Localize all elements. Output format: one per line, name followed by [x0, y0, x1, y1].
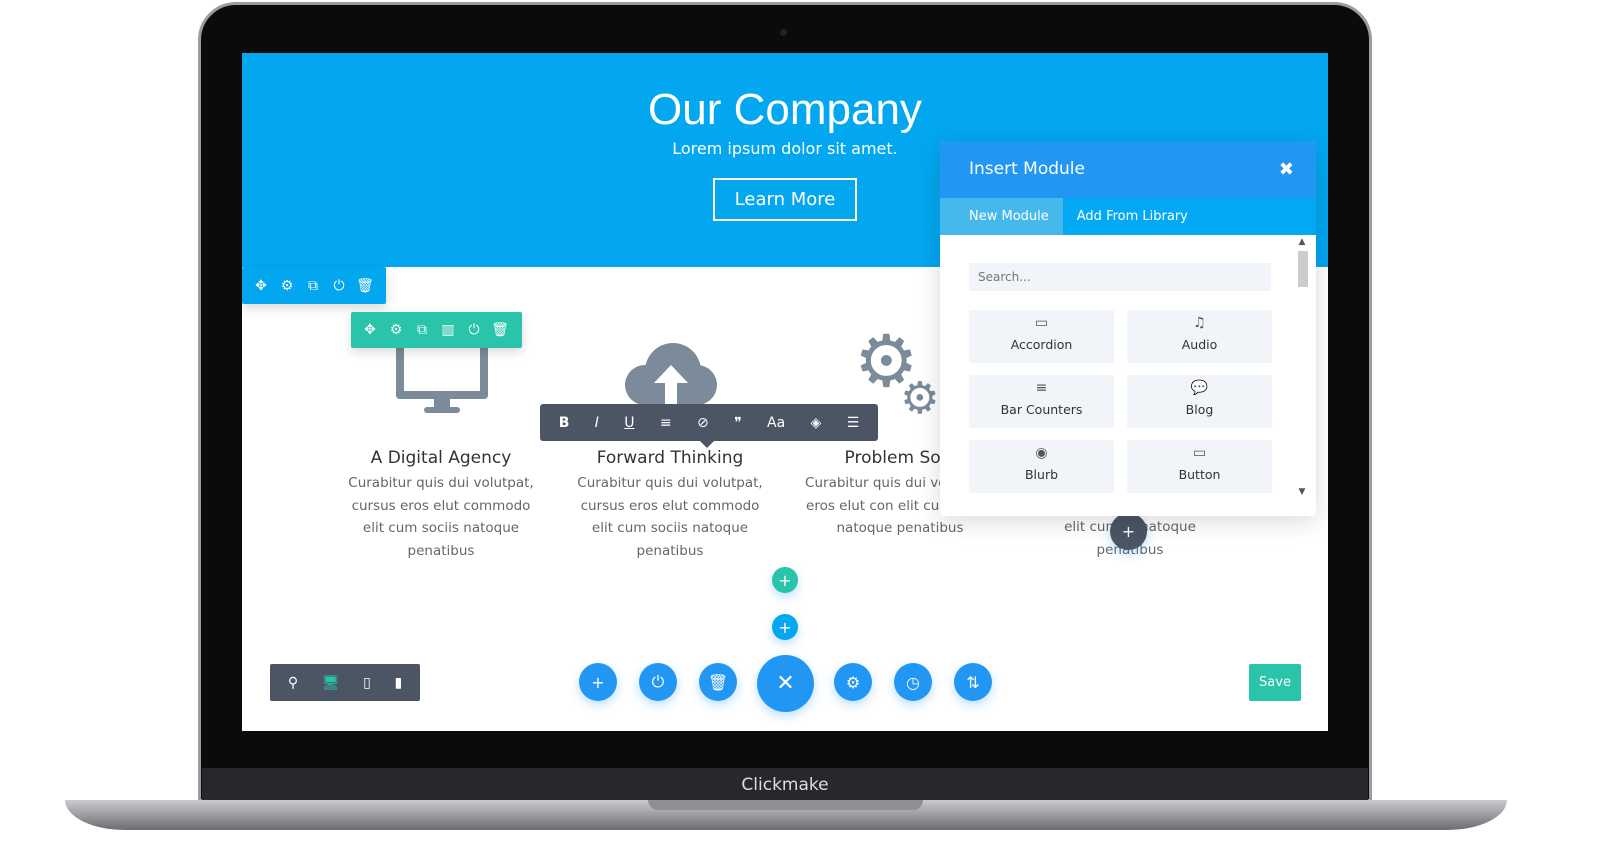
save-button[interactable]: Save	[1249, 664, 1301, 701]
trash-icon[interactable]: 🗑	[352, 278, 378, 294]
text-format-toolbar: B I U ≡ ⊘ ❞ Aa ◈ ☰	[540, 404, 878, 448]
phone-icon[interactable]: ▮	[394, 675, 402, 691]
panel-title: Insert Module	[969, 159, 1085, 179]
scroll-down-icon[interactable]: ▼	[1296, 487, 1308, 497]
move-icon[interactable]: ✥	[357, 322, 383, 338]
tab-add-from-library[interactable]: Add From Library	[1063, 198, 1202, 235]
learn-more-button[interactable]: Learn More	[712, 178, 858, 221]
bold-icon[interactable]: B	[559, 415, 570, 431]
portability-button[interactable]: ⇅	[954, 663, 992, 701]
align-icon[interactable]: ≡	[660, 415, 672, 431]
add-section-button[interactable]: +	[772, 614, 798, 640]
gears-icon: ⚙ ⚙	[854, 319, 940, 424]
color-fill-icon[interactable]: ◈	[811, 415, 822, 431]
blurb-icon: ◉	[1035, 445, 1048, 461]
history-button[interactable]: ◷	[894, 663, 932, 701]
link-icon[interactable]: ⊘	[697, 415, 709, 431]
column-body: Curabitur quis dui volutpat, cursus eros…	[348, 475, 534, 559]
font-size-icon[interactable]: Aa	[767, 415, 785, 431]
scroll-thumb[interactable]	[1298, 251, 1308, 287]
desktop-icon[interactable]: 🖥	[322, 675, 340, 691]
duplicate-icon[interactable]: ⧉	[409, 322, 435, 338]
settings-icon[interactable]: ⚙	[383, 322, 409, 338]
scroll-up-icon[interactable]: ▲	[1296, 237, 1308, 247]
module-label: Blog	[1185, 402, 1214, 417]
column-2: Forward Thinking Curabitur quis dui volut…	[570, 448, 770, 562]
column-title: Forward Thinking	[596, 448, 744, 468]
panel-header: Insert Module ✖	[940, 141, 1316, 198]
list-icon[interactable]: ☰	[847, 415, 860, 431]
module-blurb[interactable]: ◉ Blurb	[969, 440, 1114, 493]
row-toolbar: ✥ ⚙ ⧉ ▥ ⏻ 🗑	[351, 312, 522, 348]
underline-icon[interactable]: U	[624, 415, 634, 431]
hero-title: Our Company	[648, 85, 922, 134]
duplicate-icon[interactable]: ⧉	[300, 278, 326, 294]
tab-new-module[interactable]: New Module	[940, 198, 1063, 235]
trash-button[interactable]: 🗑	[699, 663, 737, 701]
move-icon[interactable]: ✥	[248, 278, 274, 294]
module-audio[interactable]: ♫ Audio	[1127, 310, 1272, 363]
module-label: Bar Counters	[1000, 402, 1083, 417]
module-blog[interactable]: 💬 Blog	[1127, 375, 1272, 428]
close-builder-button[interactable]: ✕	[757, 655, 814, 712]
add-module-button[interactable]: +	[1110, 513, 1147, 550]
columns-icon[interactable]: ▥	[435, 322, 461, 338]
blog-icon: 💬	[1190, 380, 1209, 396]
module-accordion[interactable]: ▭ Accordion	[969, 310, 1114, 363]
scrollbar[interactable]: ▲ ▼	[1296, 237, 1308, 497]
laptop-brand: Clickmake	[202, 768, 1368, 802]
add-row-button[interactable]: +	[772, 567, 798, 593]
column-1: A Digital Agency Curabitur quis dui volut…	[341, 448, 541, 562]
audio-icon: ♫	[1193, 315, 1206, 331]
power-icon[interactable]: ⏻	[326, 278, 352, 294]
bar-counters-icon: ≡	[1035, 380, 1048, 396]
module-bar-counters[interactable]: ≡ Bar Counters	[969, 375, 1114, 428]
module-label: Button	[1178, 467, 1221, 482]
cloud-upload-icon	[625, 343, 717, 405]
zoom-icon[interactable]: ⚲	[288, 675, 298, 691]
tablet-icon[interactable]: ▯	[363, 675, 371, 691]
panel-tabs: New Module Add From Library	[940, 198, 1316, 235]
module-button[interactable]: ▭ Button	[1127, 440, 1272, 493]
italic-icon[interactable]: I	[595, 415, 599, 431]
module-label: Blurb	[1024, 467, 1059, 482]
accordion-icon: ▭	[1034, 315, 1049, 331]
module-grid: ▭ Accordion ♫ Audio ≡ Bar Counters 💬 Blog ◉ B…	[969, 310, 1272, 493]
quote-icon[interactable]: ❞	[734, 415, 742, 431]
view-mode-toolbar: ⚲ 🖥 ▯ ▮	[270, 664, 420, 701]
close-icon[interactable]: ✖	[1279, 141, 1294, 198]
power-button[interactable]: ⏻	[639, 663, 677, 701]
add-button[interactable]: +	[579, 663, 617, 701]
settings-icon[interactable]: ⚙	[274, 278, 300, 294]
insert-module-panel: Insert Module ✖ New Module Add From Libra…	[940, 141, 1316, 516]
button-icon: ▭	[1192, 445, 1207, 461]
column-body: Curabitur quis dui volutpat, cursus eros…	[577, 475, 763, 559]
monitor-icon	[396, 343, 488, 415]
module-label: Audio	[1181, 337, 1218, 352]
trash-icon[interactable]: 🗑	[487, 322, 513, 338]
power-icon[interactable]: ⏻	[461, 322, 487, 338]
screen: Our Company Lorem ipsum dolor sit amet. …	[242, 53, 1328, 731]
module-search-input[interactable]	[969, 263, 1271, 291]
section-toolbar: ✥ ⚙ ⧉ ⏻ 🗑	[242, 267, 386, 304]
settings-button[interactable]: ⚙	[834, 663, 872, 701]
camera	[780, 29, 787, 36]
column-title: A Digital Agency	[370, 448, 512, 468]
module-label: Accordion	[1010, 337, 1073, 352]
laptop-notch	[648, 800, 923, 810]
